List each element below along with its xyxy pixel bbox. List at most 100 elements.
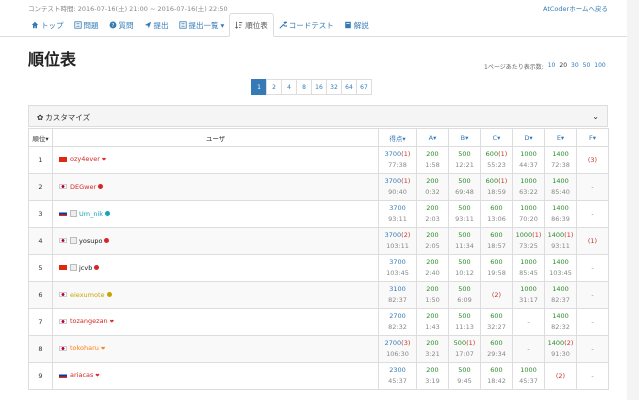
problem-score: 500 bbox=[458, 258, 471, 266]
penalty-count: (1) bbox=[401, 177, 411, 185]
solve-time: 72:38 bbox=[551, 161, 570, 169]
problem-cell: 200 1:43 bbox=[416, 308, 449, 336]
per-page-option[interactable]: 100 bbox=[594, 62, 605, 71]
nav-tab-2[interactable]: ? 質問 bbox=[104, 13, 139, 37]
nav-tab-label: コードテスト bbox=[288, 20, 334, 30]
rank-cell: 6 bbox=[28, 281, 53, 309]
page-link[interactable]: 67 bbox=[356, 79, 372, 95]
not-attempted: - bbox=[591, 290, 594, 299]
list-icon bbox=[178, 21, 187, 29]
column-header[interactable]: ユーザ bbox=[52, 128, 379, 147]
problem-cell: 1400 82:32 bbox=[544, 308, 577, 336]
page-link[interactable]: 32 bbox=[326, 79, 342, 95]
solve-time: 18:42 bbox=[487, 377, 506, 385]
username-link[interactable]: ariacas bbox=[70, 371, 93, 379]
list-icon bbox=[73, 21, 82, 29]
column-header[interactable]: F▾ bbox=[576, 128, 609, 147]
username-link[interactable]: tokoharu bbox=[70, 344, 99, 352]
total-score: 2300 bbox=[389, 366, 406, 374]
nav-tab-5[interactable]: 順位表 bbox=[229, 13, 274, 37]
user-cell: tozangezan ❤ bbox=[52, 308, 379, 336]
penalty-count: (2) bbox=[564, 339, 574, 347]
score-time: 45:37 bbox=[388, 377, 407, 385]
problem-score: 600 bbox=[485, 177, 499, 185]
problem-cell: 200 0:32 bbox=[416, 173, 449, 201]
problem-cell: 1400 72:38 bbox=[544, 146, 577, 174]
solve-time: 93:11 bbox=[455, 215, 474, 223]
nav-tab-0[interactable]: トップ bbox=[26, 13, 69, 37]
per-page-option[interactable]: 50 bbox=[583, 62, 591, 71]
atcoder-home-link[interactable]: AtCoderホームへ戻る bbox=[543, 3, 608, 13]
problem-cell: - bbox=[512, 308, 545, 336]
page-link[interactable]: 4 bbox=[281, 79, 297, 95]
problem-cell: 600 18:57 bbox=[480, 227, 513, 255]
nav-tab-3[interactable]: 提出 bbox=[139, 13, 174, 37]
problem-score: 200 bbox=[426, 258, 439, 266]
problem-cell: 1000 45:37 bbox=[512, 362, 545, 390]
problem-score: 1400 bbox=[552, 204, 569, 212]
username-link[interactable]: Um_nik bbox=[79, 210, 103, 218]
book-icon bbox=[344, 21, 352, 29]
username-link[interactable]: DEGwer bbox=[70, 183, 96, 191]
penalty-count: (1) bbox=[401, 150, 411, 158]
chevron-down-icon[interactable]: ⌄ bbox=[592, 112, 599, 121]
per-page-option[interactable]: 10 bbox=[548, 62, 556, 71]
page-link[interactable]: 16 bbox=[311, 79, 327, 95]
column-header[interactable]: C▾ bbox=[480, 128, 513, 147]
column-header[interactable]: 順位▾ bbox=[28, 128, 53, 147]
column-header[interactable]: E▾ bbox=[544, 128, 577, 147]
customize-panel[interactable]: ✿ カスタマイズ ⌄ bbox=[28, 105, 608, 127]
page-link[interactable]: 2 bbox=[266, 79, 282, 95]
problem-cell: 600(1) 18:59 bbox=[480, 173, 513, 201]
nav-tab-4[interactable]: 提出一覧 ▾ bbox=[174, 13, 230, 37]
problem-score: 1000 bbox=[520, 150, 537, 158]
sort-caret-icon: ▾ bbox=[529, 133, 533, 142]
nav-tab-1[interactable]: 問題 bbox=[69, 13, 104, 37]
problem-cell: 1000 70:20 bbox=[512, 200, 545, 228]
column-header[interactable]: A▾ bbox=[416, 128, 449, 147]
not-attempted: - bbox=[591, 317, 594, 326]
username-link[interactable]: jcvb bbox=[79, 264, 92, 272]
penalty-count: (1) bbox=[466, 339, 476, 347]
user-cell: ariacas ❤ bbox=[52, 362, 379, 390]
column-header[interactable]: B▾ bbox=[448, 128, 481, 147]
username-link[interactable]: eiexumote bbox=[70, 291, 105, 299]
problem-cell: 1000 44:37 bbox=[512, 146, 545, 174]
rank-cell: 8 bbox=[28, 335, 53, 363]
problem-score: 600 bbox=[490, 312, 503, 320]
username-link[interactable]: tozangezan bbox=[70, 317, 108, 325]
username-link[interactable]: yosupo bbox=[79, 237, 102, 245]
score-time: 90:40 bbox=[388, 188, 407, 196]
table-row: 3 Um_nik 3700 93:11 200 2:03 500 93:11 600 13:06 1… bbox=[28, 200, 609, 228]
problem-score: 600 bbox=[490, 231, 503, 239]
rating-dot-icon bbox=[98, 184, 104, 189]
problem-cell: (2) bbox=[480, 281, 513, 309]
score-cell: 3700(1) 77:38 bbox=[378, 146, 417, 174]
column-header[interactable]: D▾ bbox=[512, 128, 545, 147]
problem-score: 500 bbox=[458, 204, 471, 212]
problem-score: 1000 bbox=[520, 177, 537, 185]
page-link[interactable]: 8 bbox=[296, 79, 312, 95]
per-page-option[interactable]: 30 bbox=[571, 62, 579, 71]
solve-time: 32:27 bbox=[487, 323, 506, 331]
nav-tab-6[interactable]: コードテスト bbox=[274, 13, 339, 37]
problem-cell: 500 12:21 bbox=[448, 146, 481, 174]
problem-cell: 1000 63:22 bbox=[512, 173, 545, 201]
wrong-attempts: (2) bbox=[491, 290, 502, 299]
country-flag-icon bbox=[59, 318, 67, 324]
problem-cell: 200 2:05 bbox=[416, 227, 449, 255]
column-header[interactable]: 得点▾ bbox=[378, 128, 417, 147]
problem-cell: 1400 86:39 bbox=[544, 200, 577, 228]
page-link[interactable]: 64 bbox=[341, 79, 357, 95]
solve-time: 2:40 bbox=[425, 269, 440, 277]
problem-cell: 500 9:45 bbox=[448, 362, 481, 390]
page-link[interactable]: 1 bbox=[251, 79, 267, 95]
solve-time: 18:59 bbox=[487, 188, 506, 196]
problem-score: 1000 bbox=[515, 231, 533, 239]
per-page-option[interactable]: 20 bbox=[559, 62, 567, 71]
solve-time: 12:21 bbox=[455, 161, 474, 169]
solve-time: 11:13 bbox=[455, 323, 474, 331]
user-cell: yosupo bbox=[52, 227, 379, 255]
username-link[interactable]: ozy4ever bbox=[70, 155, 100, 163]
nav-tab-7[interactable]: 解説 bbox=[339, 13, 374, 37]
